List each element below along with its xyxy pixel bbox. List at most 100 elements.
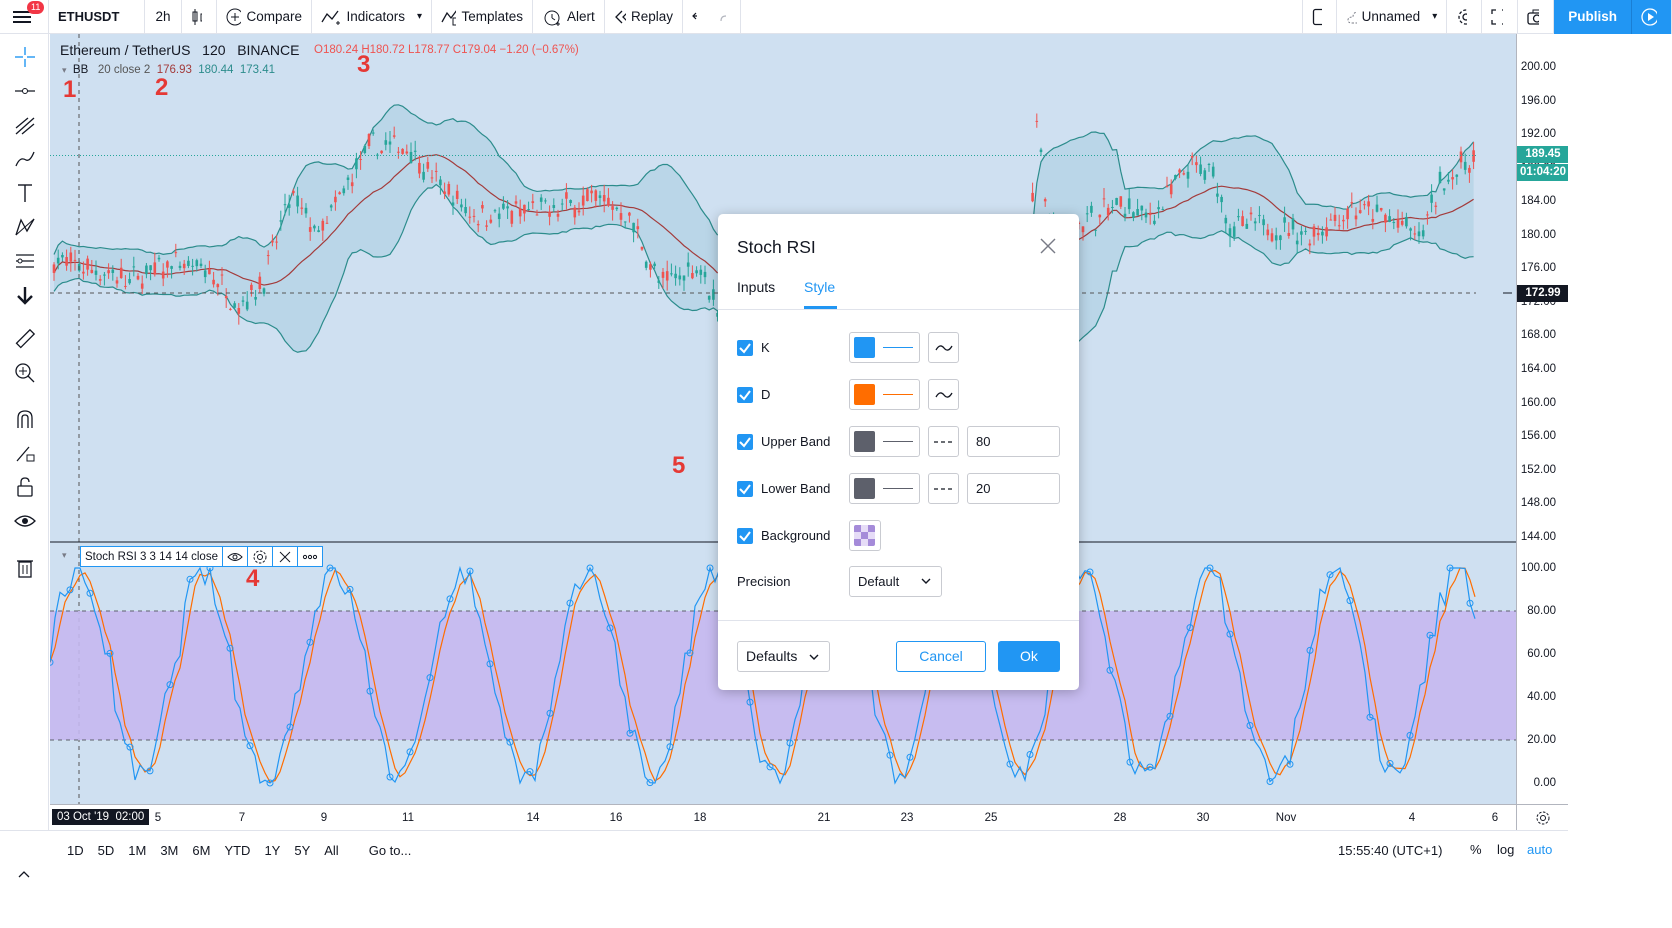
lower-band-value-input[interactable]: 20 xyxy=(967,473,1060,504)
auto-toggle[interactable]: auto xyxy=(1527,842,1552,857)
lower-band-checkbox[interactable] xyxy=(737,481,753,497)
goto-button[interactable]: Go to... xyxy=(369,843,412,858)
lower-band-color-picker[interactable] xyxy=(849,473,920,504)
chart-settings-corner[interactable] xyxy=(1516,804,1568,830)
k-checkbox[interactable] xyxy=(737,340,753,356)
stoch-remove-button[interactable] xyxy=(271,547,297,566)
settings-button[interactable] xyxy=(1447,0,1483,34)
candle-body xyxy=(1438,171,1442,184)
visibility-tool[interactable] xyxy=(12,508,37,533)
close-icon[interactable] xyxy=(1038,236,1058,256)
replay-button[interactable]: Replay xyxy=(605,0,683,34)
pattern-tool[interactable] xyxy=(12,214,37,239)
symbol-search-button[interactable]: ETHUSDT xyxy=(49,0,145,34)
d-checkbox[interactable] xyxy=(737,387,753,403)
chart-type-button[interactable] xyxy=(182,0,217,34)
clock[interactable]: 15:55:40 (UTC+1) xyxy=(1338,843,1442,858)
price-tick-label: 164.00 xyxy=(1520,362,1556,375)
candle-body xyxy=(94,270,98,275)
menu-button[interactable]: 11 xyxy=(0,0,49,34)
range-6m[interactable]: 6M xyxy=(192,843,210,858)
stoch-tick-label: 80.00 xyxy=(1527,605,1556,617)
fib-tool[interactable] xyxy=(12,112,37,137)
templates-button[interactable]: Templates xyxy=(432,0,533,34)
magnet-tool[interactable] xyxy=(12,406,37,431)
range-5y[interactable]: 5Y xyxy=(294,843,310,858)
k-color-picker[interactable] xyxy=(849,332,920,363)
candle-body xyxy=(1224,217,1228,224)
tab-style[interactable]: Style xyxy=(804,279,835,295)
upper-band-value-input[interactable]: 80 xyxy=(967,426,1060,457)
upper-band-checkbox[interactable] xyxy=(737,434,753,450)
bb-legend[interactable]: ▾ BB 20 close 2 176.93 180.44 173.41 xyxy=(62,64,275,76)
background-checkbox[interactable] xyxy=(737,528,753,544)
zoom-tool[interactable] xyxy=(12,360,37,385)
log-toggle[interactable]: log xyxy=(1497,842,1514,857)
brush-tool[interactable] xyxy=(12,146,37,171)
tab-inputs[interactable]: Inputs xyxy=(737,279,775,295)
publish-button[interactable]: Publish xyxy=(1554,0,1632,34)
precision-select[interactable]: Default xyxy=(849,566,942,597)
range-1y[interactable]: 1Y xyxy=(264,843,280,858)
lock-tool[interactable] xyxy=(12,474,37,499)
stoch-collapse-icon[interactable]: ▾ xyxy=(62,550,67,561)
draw-mode-tool[interactable] xyxy=(12,440,37,465)
range-5d[interactable]: 5D xyxy=(98,843,115,858)
indicators-button[interactable]: Indicators ▾ xyxy=(312,0,432,34)
candle-body xyxy=(82,271,85,274)
range-1m[interactable]: 1M xyxy=(128,843,146,858)
candle-body xyxy=(560,203,564,205)
text-tool[interactable] xyxy=(12,180,37,205)
fullscreen-button[interactable] xyxy=(1482,0,1519,34)
time-axis[interactable]: 03 Oct '19 02:00 5 7 9 11 14 16 18 21 23 25 28 30 No… xyxy=(50,804,1516,830)
arrow-tool[interactable] xyxy=(12,282,37,307)
lower-band-line-style-button[interactable] xyxy=(928,473,959,504)
collapse-chevron-icon[interactable]: ▾ xyxy=(62,65,67,75)
candle-body xyxy=(342,188,346,194)
candle-body xyxy=(703,271,707,278)
candle-body xyxy=(1136,209,1139,216)
ok-button[interactable]: Ok xyxy=(998,641,1060,672)
save-layout-button[interactable]: Unnamed ▾ xyxy=(1337,0,1448,34)
stoch-rsi-legend[interactable]: Stoch RSI 3 3 14 14 close xyxy=(80,546,323,567)
candle-body xyxy=(1455,174,1459,177)
d-color-picker[interactable] xyxy=(849,379,920,410)
interval-button[interactable]: 2h xyxy=(145,0,182,34)
compare-button[interactable]: Compare xyxy=(217,0,312,34)
range-1d[interactable]: 1D xyxy=(67,843,84,858)
range-ytd[interactable]: YTD xyxy=(224,843,250,858)
snapshot-button[interactable] xyxy=(1518,0,1555,34)
upper-band-color-picker[interactable] xyxy=(849,426,920,457)
stoch-visibility-button[interactable] xyxy=(221,547,247,566)
candle-body xyxy=(1371,218,1375,222)
background-color-picker[interactable] xyxy=(849,520,881,551)
candle-body xyxy=(1035,120,1039,122)
d-plot-type-button[interactable] xyxy=(928,379,959,410)
measure-tool[interactable] xyxy=(12,326,37,351)
chevron-up-icon[interactable] xyxy=(17,870,31,880)
range-3m[interactable]: 3M xyxy=(160,843,178,858)
candle-body xyxy=(548,211,551,217)
cancel-button[interactable]: Cancel xyxy=(896,641,986,672)
candle-body xyxy=(422,171,425,180)
price-scale[interactable]: 200.00196.00192.00188.00184.00180.00176.… xyxy=(1516,34,1569,804)
price-tick-label: 200.00 xyxy=(1520,61,1556,73)
percent-toggle[interactable]: % xyxy=(1470,842,1482,857)
trend-line-tool[interactable] xyxy=(12,78,37,103)
alert-button[interactable]: Alert xyxy=(533,0,605,34)
play-button[interactable] xyxy=(1632,0,1672,34)
layout-select-button[interactable] xyxy=(1302,0,1338,34)
stoch-more-button[interactable] xyxy=(296,547,322,566)
defaults-button[interactable]: Defaults xyxy=(737,641,830,672)
stoch-settings-button[interactable] xyxy=(246,547,272,566)
k-plot-type-button[interactable] xyxy=(928,332,959,363)
redo-button[interactable] xyxy=(711,0,741,34)
range-all[interactable]: All xyxy=(324,843,338,858)
remove-drawings-tool[interactable] xyxy=(12,554,37,579)
price-tick-label: 152.00 xyxy=(1520,463,1556,476)
prediction-tool[interactable] xyxy=(12,248,37,273)
undo-button[interactable] xyxy=(683,0,711,34)
crosshair-tool[interactable] xyxy=(12,44,37,69)
candle-body xyxy=(665,271,669,281)
upper-band-line-style-button[interactable] xyxy=(928,426,959,457)
